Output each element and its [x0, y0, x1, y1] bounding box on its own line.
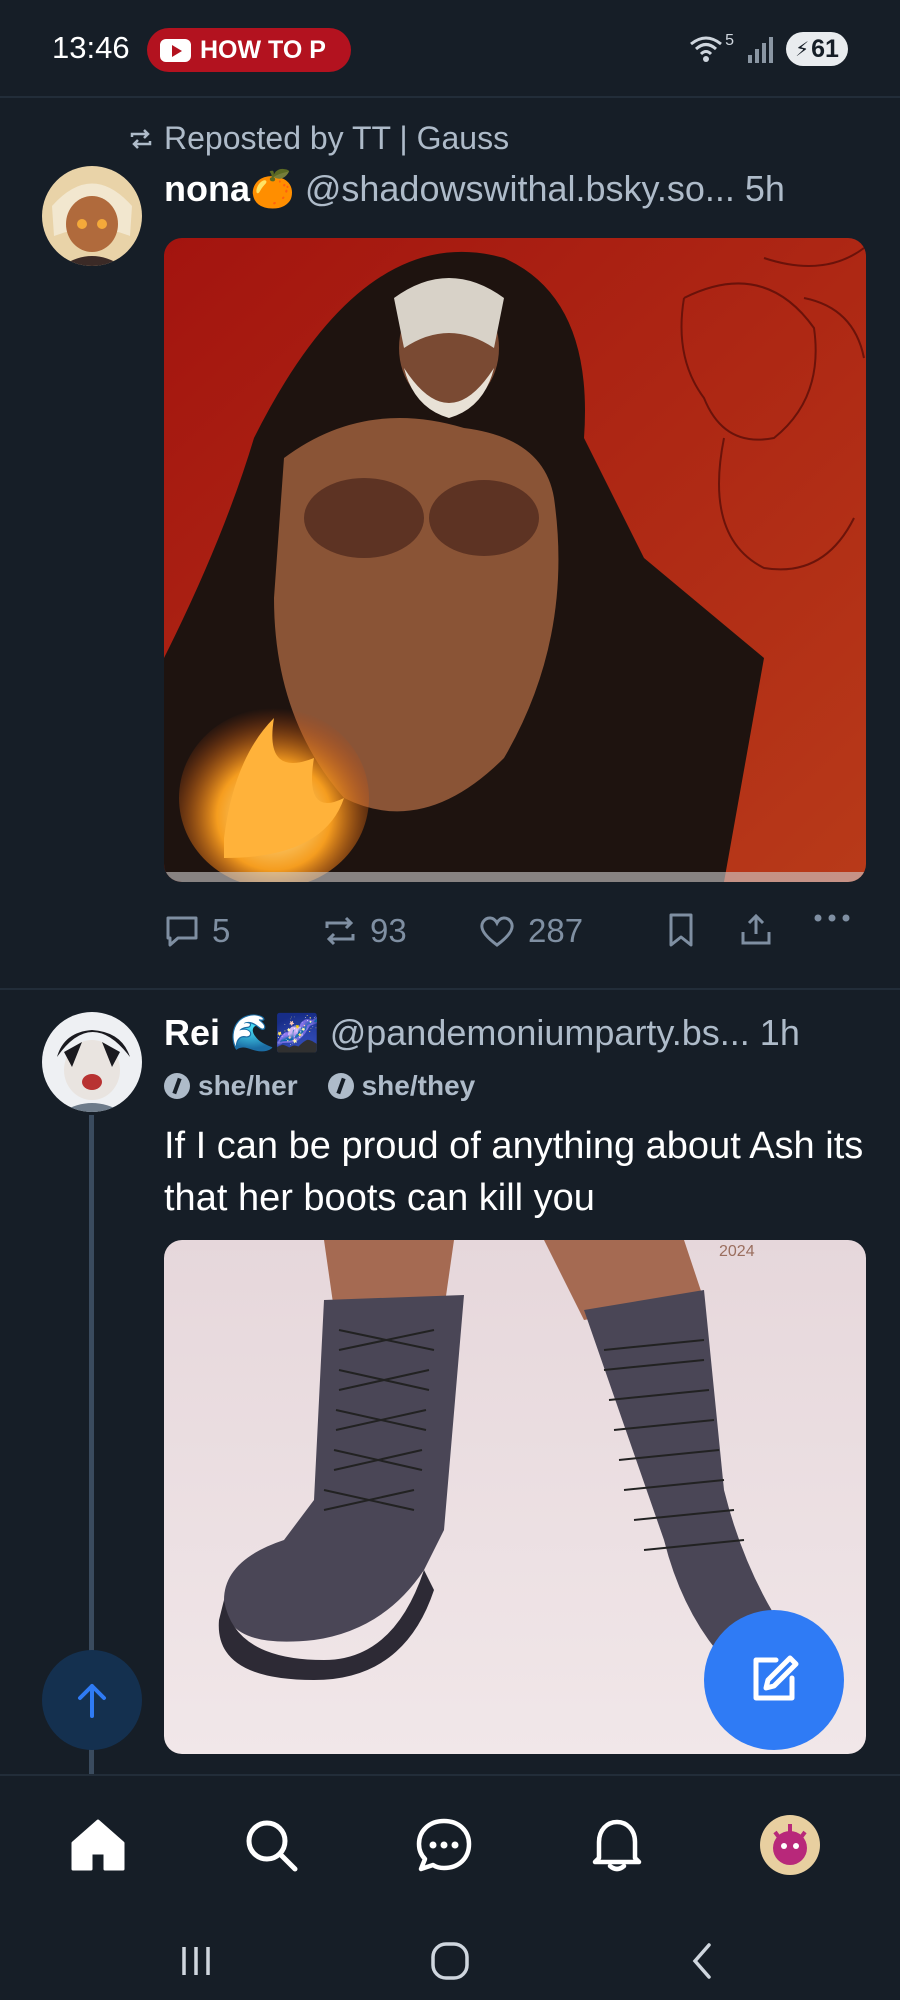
avatar[interactable]: [42, 1012, 142, 1112]
notification-pill-text: HOW TO P: [200, 35, 326, 64]
image-watermark: 2024: [719, 1243, 755, 1260]
compose-button[interactable]: [704, 1610, 844, 1750]
back-icon: [692, 1943, 711, 1979]
name-emoji: 🍊: [250, 168, 295, 209]
status-icons: 5 ⚡ 61: [689, 32, 848, 66]
pronoun-tags: she/her she/they: [164, 1070, 475, 1102]
chat-icon: [416, 1818, 472, 1872]
tab-search[interactable]: [236, 1810, 306, 1880]
youtube-notification-pill[interactable]: HOW TO P: [147, 28, 351, 72]
post-image[interactable]: [164, 238, 866, 882]
post-age: 1h: [759, 1012, 800, 1053]
bookmark-icon: [669, 913, 693, 947]
post-age: 5h: [744, 168, 785, 209]
battery-bolt-icon: ⚡: [795, 38, 810, 61]
tab-messages[interactable]: [409, 1810, 479, 1880]
pronoun-tag[interactable]: she/her: [164, 1070, 298, 1102]
post-actions: 5 93 287: [164, 912, 854, 960]
home-circle-icon: [431, 1942, 469, 1980]
repost-button[interactable]: 93: [322, 912, 407, 950]
bell-icon: [592, 1819, 642, 1872]
bookmark-button[interactable]: [666, 912, 696, 948]
pronoun-icon: [327, 1073, 354, 1099]
repost-icon: [130, 128, 152, 149]
divider: [0, 96, 900, 98]
pronoun-icon: [164, 1073, 190, 1099]
display-name[interactable]: nona🍊: [164, 168, 295, 210]
share-icon: [741, 913, 771, 945]
battery-level: 61: [811, 34, 839, 63]
recents-icon: [182, 1947, 210, 1975]
display-name[interactable]: Rei 🌊🌌: [164, 1012, 320, 1054]
heart-icon: [480, 916, 514, 947]
pronoun-label: she/they: [361, 1070, 476, 1101]
repost-icon: [325, 916, 355, 946]
repost-indicator[interactable]: Reposted by TT | Gauss: [128, 120, 509, 157]
like-count: 287: [528, 912, 584, 949]
search-icon: [246, 1820, 298, 1872]
tab-notifications[interactable]: [582, 1810, 652, 1880]
handle[interactable]: @pandemoniumparty.bs...: [330, 1012, 750, 1054]
status-time: 13:46: [52, 30, 130, 65]
home-nav-button[interactable]: [420, 1936, 480, 1986]
wifi-badge: 5: [725, 32, 734, 49]
tab-home[interactable]: [63, 1810, 133, 1880]
battery-icon: ⚡ 61: [786, 32, 848, 66]
wifi-icon: [690, 36, 723, 62]
handle[interactable]: @shadowswithal.bsky.so...: [305, 168, 735, 210]
like-button[interactable]: 287: [478, 912, 583, 950]
pronoun-label: she/her: [198, 1070, 298, 1101]
post-header: Rei 🌊🌌 @pandemoniumparty.bs... 1h: [164, 1012, 800, 1054]
reply-icon: [166, 916, 198, 947]
repost-count: 93: [370, 912, 407, 949]
divider: [0, 988, 900, 990]
status-bar: 13:46 HOW TO P 5 ⚡ 61: [0, 0, 900, 96]
post-text: If I can be proud of anything about Ash …: [164, 1125, 864, 1219]
reply-button[interactable]: 5: [164, 912, 230, 950]
home-icon: [71, 1819, 125, 1871]
recent-apps-button[interactable]: [166, 1936, 226, 1986]
profile-avatar: [760, 1815, 820, 1875]
pronoun-tag[interactable]: she/they: [327, 1070, 476, 1102]
signal-icon: [748, 37, 773, 63]
repost-label: Reposted by TT | Gauss: [164, 120, 510, 156]
more-icon: [814, 914, 850, 922]
arrow-up-icon: [78, 1684, 106, 1718]
youtube-icon: [160, 38, 191, 62]
scroll-to-top-button[interactable]: [42, 1650, 142, 1750]
more-options-button[interactable]: [812, 912, 852, 924]
tab-profile[interactable]: [755, 1810, 825, 1880]
name-emoji: 🌊🌌: [230, 1012, 320, 1053]
bottom-tab-bar: [0, 1776, 900, 2000]
reply-count: 5: [212, 912, 231, 949]
post-header: nona🍊 @shadowswithal.bsky.so... 5h: [164, 168, 785, 210]
avatar[interactable]: [42, 166, 142, 266]
compose-icon: [753, 1655, 799, 1701]
back-button[interactable]: [672, 1936, 732, 1986]
share-button[interactable]: [738, 912, 774, 948]
